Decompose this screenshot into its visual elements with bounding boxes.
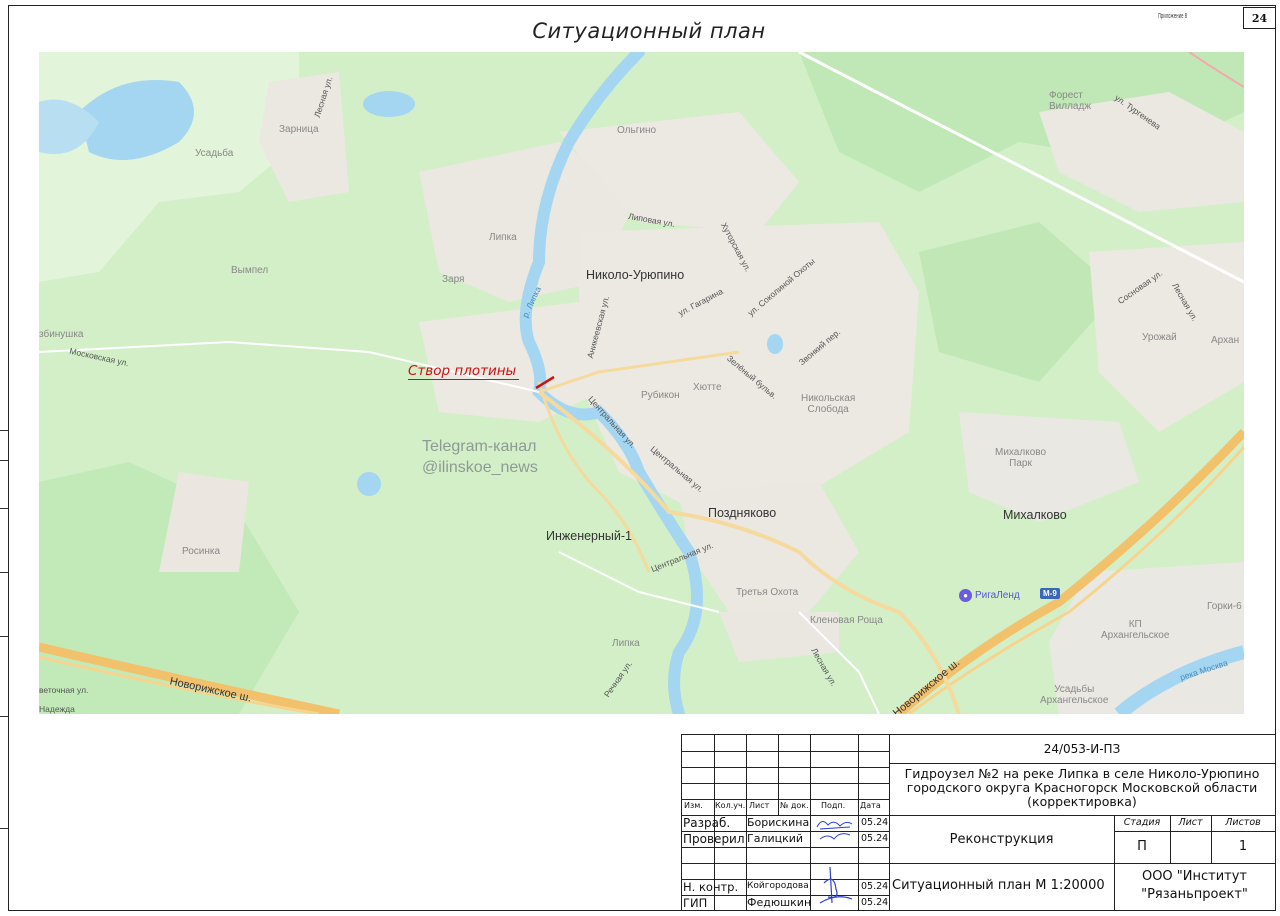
town-nikolo-uryupino: Николо-Урюпино	[586, 268, 685, 282]
role-razrab: Разраб.	[683, 816, 731, 830]
dam-site-label: Створ плотины	[408, 363, 520, 380]
doc-code: 24/053-И-ПЗ	[1043, 742, 1121, 756]
role-gip: ГИП	[683, 896, 708, 910]
stage-title: Реконструкция	[949, 832, 1054, 847]
place-usadby: Усадьбы Архангельское	[1040, 684, 1109, 706]
place-lipka-2: Липка	[612, 638, 640, 649]
highway-shield-m9: М-9	[1040, 588, 1060, 599]
watermark: Telegram-канал @ilinskoe_news	[422, 438, 538, 476]
role-proveril: Проверил	[683, 832, 745, 846]
place-klenovaya: Кленовая Роща	[810, 615, 883, 626]
col-ndoc: № док.	[780, 801, 809, 810]
town-inzhenerny: Инженерный-1	[546, 529, 632, 543]
date-proveril: 05.24	[861, 833, 889, 844]
stage-value: П	[1137, 839, 1147, 854]
street-svetochnaya: веточная ул.	[39, 685, 89, 695]
sheet-header: Лист	[1178, 817, 1203, 828]
organization-name: ООО "Институт "Рязаньпроект"	[1141, 869, 1248, 902]
situation-map: Створ плотины Telegram-канал @ilinskoe_ne…	[39, 52, 1244, 714]
place-nadezhda: Надежда	[39, 704, 75, 714]
col-date: Дата	[860, 801, 881, 810]
project-title: Гидроузел №2 на реке Липка в селе Николо…	[904, 766, 1260, 809]
date-nkontr: 05.24	[861, 881, 889, 892]
col-kol: Кол.уч.	[715, 801, 746, 810]
place-vympel: Вымпел	[231, 265, 269, 276]
place-rubikon: Рубикон	[641, 390, 680, 401]
place-zarnitsa: Зарница	[279, 124, 319, 135]
role-nkontr: Н. контр.	[683, 880, 739, 894]
col-izm: Изм.	[684, 801, 703, 810]
title-block: 24/053-И-ПЗ Гидроузел №2 на реке Липка в…	[681, 734, 1276, 911]
place-zarya: Заря	[442, 274, 465, 285]
place-usadba: Усадьба	[195, 148, 234, 159]
sheets-header: Листов	[1225, 817, 1261, 828]
place-arkh: Архан	[1211, 335, 1240, 346]
place-kp: КП Архангельское	[1101, 619, 1170, 641]
stage-header: Стадия	[1123, 817, 1161, 828]
page-title: Ситуационный план	[532, 19, 766, 43]
name-nkontr: Койгородова	[747, 881, 809, 891]
town-mikhalkovo: Михалково	[1003, 508, 1067, 522]
place-urozhay: Урожай	[1142, 332, 1177, 343]
place-nikolskaya: Никольская Слобода	[801, 393, 856, 415]
place-mikhalkovo-park: Михалково Парк	[995, 447, 1047, 469]
name-razrab: Борискина	[747, 816, 810, 829]
col-list: Лист	[749, 801, 770, 810]
signature-nkontr	[819, 866, 853, 904]
col-podp: Подп.	[821, 801, 846, 810]
sheets-value: 1	[1238, 839, 1248, 854]
date-razrab: 05.24	[861, 817, 889, 828]
poi-pin-icon: ●	[959, 589, 972, 602]
date-gip: 05.24	[861, 897, 889, 908]
poi-riga-land: ● РигаЛенд	[959, 589, 1020, 602]
place-tretya-okhota: Третья Охота	[736, 587, 799, 598]
name-gip: Федюшкин	[747, 896, 812, 909]
place-lipka: Липка	[489, 232, 517, 243]
place-zbinushka: збинушка	[39, 329, 84, 340]
place-rosinka: Росинка	[182, 546, 221, 557]
place-gorki: Горки-6	[1207, 601, 1242, 612]
town-pozdnyakovo: Поздняково	[708, 506, 777, 520]
name-proveril: Галицкий	[747, 832, 804, 845]
signature-razrab	[816, 821, 853, 840]
drawing-name: Ситуационный план М 1:20000	[892, 878, 1105, 893]
place-forest: Форест Вилладж	[1049, 90, 1092, 112]
binding-margin-marks	[0, 430, 8, 910]
place-olgino: Ольгино	[617, 125, 657, 136]
place-hyutte: Хютте	[693, 382, 722, 393]
